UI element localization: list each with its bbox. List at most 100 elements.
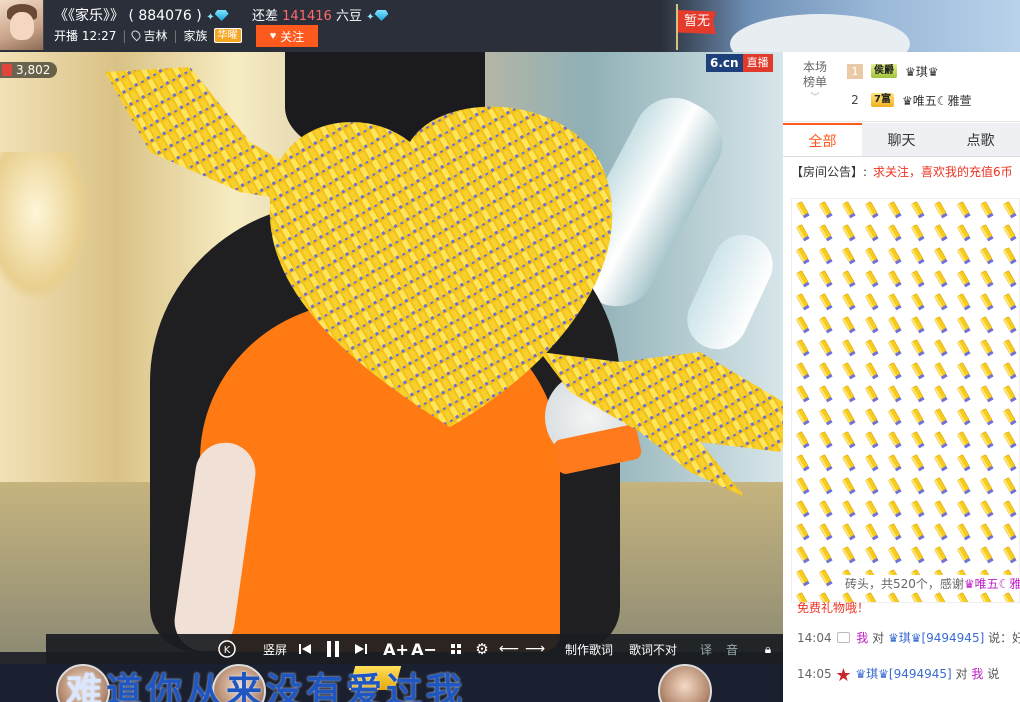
live-time: 开播 12:27 [54, 29, 117, 43]
make-lyrics-button[interactable]: 制作歌词 [562, 634, 616, 664]
settings-gear-icon[interactable]: ⚙ [472, 634, 492, 664]
live-label: 直播 [742, 54, 773, 72]
rank-flag[interactable]: 暂无 [672, 4, 718, 50]
player-controls: K 竖屏 A+ A− ⚙ ⟵ ⟶ 制作歌词 歌词不对 译 音 🔒︎ ✕ [46, 634, 804, 664]
message-verb: 对 [872, 631, 885, 645]
upgrade-gap: 还差 141416 六豆 ✦ [252, 5, 389, 24]
location: 吉林 [130, 27, 168, 44]
gift-message [791, 198, 1020, 603]
chat-message: 14:04 我 对 ♛琪♛[9494945] 说：好 [797, 629, 1020, 646]
rank-number: 1 [847, 63, 863, 79]
flag-label: 暂无 [678, 10, 716, 34]
forward-arrow-icon[interactable]: ⟶ [525, 634, 545, 664]
tab-song-request[interactable]: 点歌 [941, 123, 1020, 156]
rewind-arrow-icon[interactable]: ⟵ [499, 634, 519, 664]
message-text: 说 [987, 667, 1000, 681]
grid-icon[interactable] [448, 634, 464, 664]
live-room-window: 《《家乐》》 ( 884076 ) ✦ 还差 141416 六豆 ✦ 开播 12… [0, 0, 1020, 702]
chat-tabs: 全部 聊天 点歌 [783, 123, 1020, 157]
ranking-title[interactable]: 本场 榜单 ﹀ [797, 60, 833, 106]
ranking-title-line1: 本场 [802, 60, 827, 74]
translate-button[interactable]: 译 [698, 634, 714, 664]
follow-label: 关注 [280, 29, 305, 44]
message-target[interactable]: 我 [971, 667, 983, 681]
side-panel: 本场 榜单 ﹀ 1 侯爵 ♛琪♛ 2 7富 ♛唯五☾雅萱 全部 聊天 点歌 【房间公… [783, 52, 1020, 702]
anchor-name-line: 《《家乐》》 ( 884076 ) ✦ [54, 5, 229, 25]
heart-icon: ♥ [269, 30, 277, 42]
gap-value: 141416 [282, 9, 332, 24]
sparkle-icon: ✦ [206, 12, 215, 23]
level-badge: 侯爵 [871, 64, 897, 78]
sparkle-icon: ✦ [366, 12, 375, 23]
gift-thanks-text: 砖头，共520个，感谢 [845, 577, 964, 591]
lyrics-wrong-button[interactable]: 歌词不对 [626, 634, 680, 664]
chat-message: 14:05 ★ ♛琪♛[9494945] 对 我 说 [797, 665, 999, 686]
room-header: 《《家乐》》 ( 884076 ) ✦ 还差 141416 六豆 ✦ 开播 12… [0, 0, 1020, 74]
diamond-icon [374, 10, 389, 21]
family-label: 家族 [183, 29, 208, 43]
notice-text: 求关注，喜欢我的充值6币 [873, 165, 1013, 179]
message-sender[interactable]: ♛琪♛[9494945] [855, 667, 951, 681]
gift-sender[interactable]: ♛唯五☾雅萱 [964, 577, 1020, 591]
message-time: 14:05 [797, 667, 832, 681]
notice-label: 【房间公告】: [791, 165, 868, 179]
pause-icon[interactable] [322, 634, 344, 664]
lyric-unsung: 道你从来没有爱过我 [106, 671, 467, 702]
viewer-count-badge: 3,802 [0, 62, 58, 78]
message-sender[interactable]: 我 [856, 631, 868, 645]
singer-avatar [658, 664, 712, 702]
viewer-icon [2, 64, 12, 76]
chat-cutoff-text: 免费礼物哦！ [797, 601, 870, 615]
svg-text:K: K [224, 645, 231, 656]
lock-icon[interactable]: 🔒︎ [760, 634, 776, 664]
logo-text: 6.cn [706, 54, 743, 72]
ranking-user-name[interactable]: ♛唯五☾雅萱 [902, 92, 972, 109]
font-decrease-icon[interactable]: A− [411, 634, 437, 664]
site-logo: 6.cn 直播 [706, 54, 773, 72]
video-stream[interactable]: 3,802 6.cn 直播 [0, 52, 783, 652]
anchor-avatar[interactable] [0, 0, 44, 50]
level-badge: 7富 [871, 93, 894, 107]
anchor-meta: 开播 12:27 | 吉林 | 家族 华曜 [54, 27, 242, 44]
message-verb: 对 [955, 667, 968, 681]
family-badge[interactable]: 华曜 [213, 28, 242, 43]
sound-button[interactable]: 音 [724, 634, 740, 664]
star-icon: ★ [835, 665, 852, 686]
previous-track-icon[interactable] [296, 634, 314, 664]
pencil-gift-animation [105, 67, 783, 497]
pencil-gift-grid [792, 199, 1019, 602]
session-ranking: 本场 榜单 ﹀ 1 侯爵 ♛琪♛ 2 7富 ♛唯五☾雅萱 [783, 52, 1020, 122]
font-increase-icon[interactable]: A+ [383, 634, 409, 664]
message-time: 14:04 [797, 631, 832, 645]
gift-thanks: 砖头，共520个，感谢♛唯五☾雅萱 [843, 575, 1020, 592]
chevron-down-icon: ﹀ [810, 93, 820, 103]
divider: | [122, 28, 127, 43]
tab-chat[interactable]: 聊天 [862, 123, 941, 156]
gap-label: 还差 [252, 9, 279, 24]
vertical-screen-button[interactable]: 竖屏 [260, 634, 290, 664]
divider: | [173, 28, 178, 43]
chat-icon [837, 632, 851, 643]
message-text: 说：好 [988, 631, 1020, 645]
next-track-icon[interactable] [352, 634, 370, 664]
ranking-title-line2: 榜单 [802, 75, 827, 89]
room-notice: 【房间公告】: 求关注，喜欢我的充值6币 [791, 163, 1013, 180]
karaoke-lyrics-bar: 难道你从来没有爱过我 [0, 664, 783, 702]
ranking-row[interactable]: 1 侯爵 ♛琪♛ [847, 60, 939, 82]
ranking-row[interactable]: 2 7富 ♛唯五☾雅萱 [847, 89, 972, 111]
location-text: 吉林 [143, 29, 168, 43]
gap-unit: 六豆 [335, 9, 362, 24]
lyric-line: 难道你从来没有爱过我 [66, 664, 466, 702]
rank-number: 2 [851, 93, 859, 107]
karaoke-k-icon[interactable]: K [216, 634, 238, 664]
ranking-user-name[interactable]: ♛琪♛ [905, 63, 939, 80]
message-target[interactable]: ♛琪♛[9494945] [888, 631, 984, 645]
lyric-sung: 难 [66, 671, 107, 702]
viewer-count: 3,802 [16, 63, 51, 77]
tab-all[interactable]: 全部 [783, 123, 862, 156]
diamond-icon [214, 10, 229, 21]
room-id: ( 884076 ) [128, 8, 202, 24]
location-pin-icon [130, 28, 143, 42]
anchor-name[interactable]: 《《家乐》》 [54, 8, 124, 24]
follow-button[interactable]: ♥ 关注 [256, 25, 318, 47]
